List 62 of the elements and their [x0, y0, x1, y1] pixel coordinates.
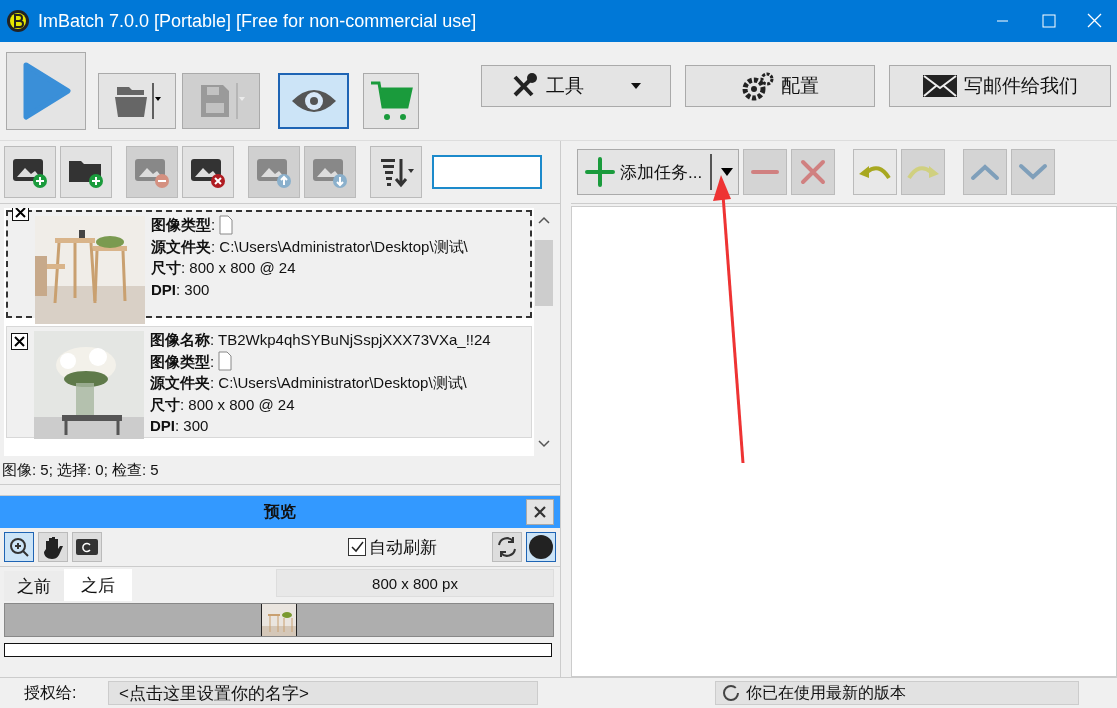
- image-info-line: 图像类型:: [151, 215, 216, 235]
- view-tab[interactable]: 之后: [64, 569, 132, 601]
- play-button[interactable]: [6, 52, 86, 130]
- config-button[interactable]: 配置: [685, 65, 875, 107]
- add-image-button[interactable]: [4, 146, 56, 198]
- image-info-line: DPI: 300: [151, 279, 211, 300]
- checkmark-icon: [349, 540, 364, 554]
- image-item[interactable]: 图像名称: TB2Wkp4qhSYBuNjSspjXXX73VXa_!!24 图像类型: 源文件夹: C:\Users\Administrator\Desktop\测试\ 尺寸: 800 x 800 @ 24 DPI: 300: [6, 326, 532, 438]
- close-icon: [533, 505, 547, 519]
- caret-icon: [630, 82, 642, 90]
- scroll-down-icon[interactable]: [538, 440, 550, 448]
- image-info-line: DPI: 300: [150, 416, 210, 436]
- checkbox[interactable]: [12, 208, 29, 221]
- plus-icon: [584, 156, 616, 188]
- view-tab[interactable]: 之前: [4, 571, 64, 601]
- close-button[interactable]: [526, 499, 554, 525]
- undo-button[interactable]: [853, 149, 897, 195]
- envelope-icon: [922, 74, 958, 98]
- preview-button[interactable]: [278, 73, 349, 129]
- minus-icon: [750, 169, 780, 175]
- auto-refresh-checkbox[interactable]: 自动刷新: [347, 535, 437, 559]
- update-status: 你已在使用最新的版本: [715, 681, 1079, 705]
- folder-icon: [113, 81, 161, 121]
- checkbox[interactable]: [11, 333, 28, 350]
- image-size-label: 800 x 800 px: [276, 569, 554, 597]
- circle-button[interactable]: [526, 532, 556, 562]
- gears-icon: [741, 71, 775, 101]
- refresh-icon: [722, 684, 740, 702]
- search-field[interactable]: [432, 155, 542, 189]
- sort-button[interactable]: [370, 146, 422, 198]
- image-info-line: 源文件夹: C:\Users\Administrator\Desktop\测试\: [150, 373, 468, 393]
- image-info-line: 源文件夹: C:\Users\Administrator\Desktop\测试\: [151, 236, 468, 257]
- add-task-button[interactable]: 添加任务...: [577, 149, 739, 195]
- license-label: 授权给:: [24, 682, 78, 703]
- refresh-button[interactable]: [492, 532, 522, 562]
- license-name-field[interactable]: <点击这里设置你的名字>: [108, 681, 538, 705]
- open-button[interactable]: [98, 73, 176, 129]
- cart-icon: [369, 79, 413, 123]
- window-title: ImBatch 7.0.0 [Portable] [Free for non-commercial use]: [38, 10, 477, 32]
- add-folder-button[interactable]: [60, 146, 112, 198]
- email-button[interactable]: 写邮件给我们: [889, 65, 1111, 107]
- scroll-thumb[interactable]: [535, 240, 553, 306]
- hand-button[interactable]: [38, 532, 68, 562]
- chevron-down-icon: [1017, 162, 1049, 182]
- image-info-line: 图像类型:: [150, 351, 215, 372]
- image-count-status: 图像: 5; 选择: 0; 检查: 5: [0, 456, 560, 485]
- file-icon: [219, 214, 234, 235]
- delete-icon: [799, 158, 827, 186]
- zoom-fit-button[interactable]: [4, 532, 34, 562]
- rotate-button[interactable]: [72, 532, 102, 562]
- image-info-line: 图像名称: TB2Wkp4qhSYBuNjSspjXXX73VXa_!!24: [150, 330, 491, 350]
- caret-icon: [720, 167, 735, 177]
- chevron-up-icon: [969, 162, 1001, 182]
- file-icon: [218, 351, 233, 372]
- image-info-line: 尺寸: 800 x 800 @ 24: [150, 394, 296, 415]
- app-logo-icon: [6, 9, 30, 33]
- panel-title: 预览: [264, 501, 296, 522]
- cart-button[interactable]: [363, 73, 419, 129]
- image-info-line: 尺寸: 800 x 800 @ 24: [151, 258, 297, 278]
- clear-button[interactable]: [182, 146, 234, 198]
- scroll-up-icon[interactable]: [538, 216, 550, 224]
- tools-button[interactable]: 工具: [481, 65, 671, 107]
